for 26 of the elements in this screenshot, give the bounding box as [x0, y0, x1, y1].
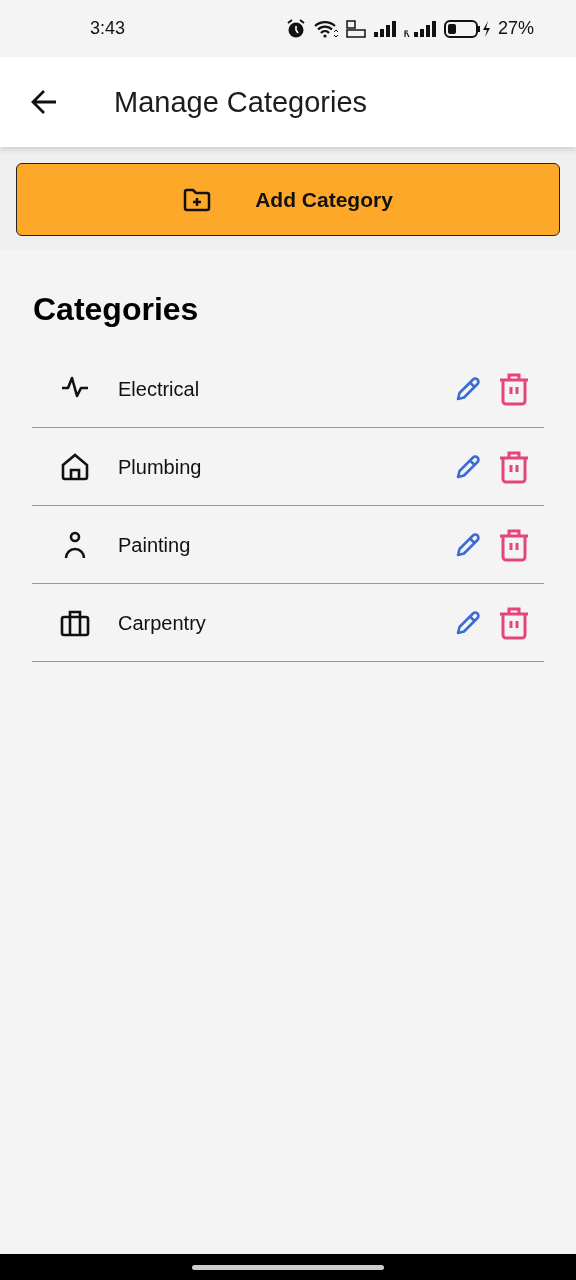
battery-percentage: 27%	[497, 17, 534, 40]
status-time: 3:43	[90, 17, 126, 40]
edit-button[interactable]	[454, 452, 482, 481]
signal-icon	[373, 20, 396, 37]
category-name: Carpentry	[118, 610, 207, 636]
delete-button[interactable]	[498, 527, 530, 562]
category-name: Plumbing	[118, 454, 203, 480]
add-category-button[interactable]: Add Category	[16, 163, 560, 236]
edit-button[interactable]	[454, 608, 482, 637]
delete-button[interactable]	[498, 371, 530, 406]
edit-button[interactable]	[454, 530, 482, 559]
battery-icon	[443, 19, 490, 38]
folder-plus-icon	[183, 187, 212, 212]
section-heading: Categories	[33, 290, 200, 329]
edit-button[interactable]	[454, 374, 482, 403]
delete-button[interactable]	[498, 605, 530, 640]
home-indicator[interactable]	[192, 1264, 384, 1270]
category-name: Painting	[118, 532, 192, 558]
alarm-icon	[285, 18, 306, 39]
wifi-icon	[313, 19, 338, 38]
delete-button[interactable]	[498, 449, 530, 484]
page-title: Manage Categories	[114, 84, 368, 120]
house-icon	[60, 451, 90, 482]
signal-icon	[403, 20, 436, 37]
back-button[interactable]	[30, 89, 58, 115]
category-name: Electrical	[118, 376, 201, 402]
